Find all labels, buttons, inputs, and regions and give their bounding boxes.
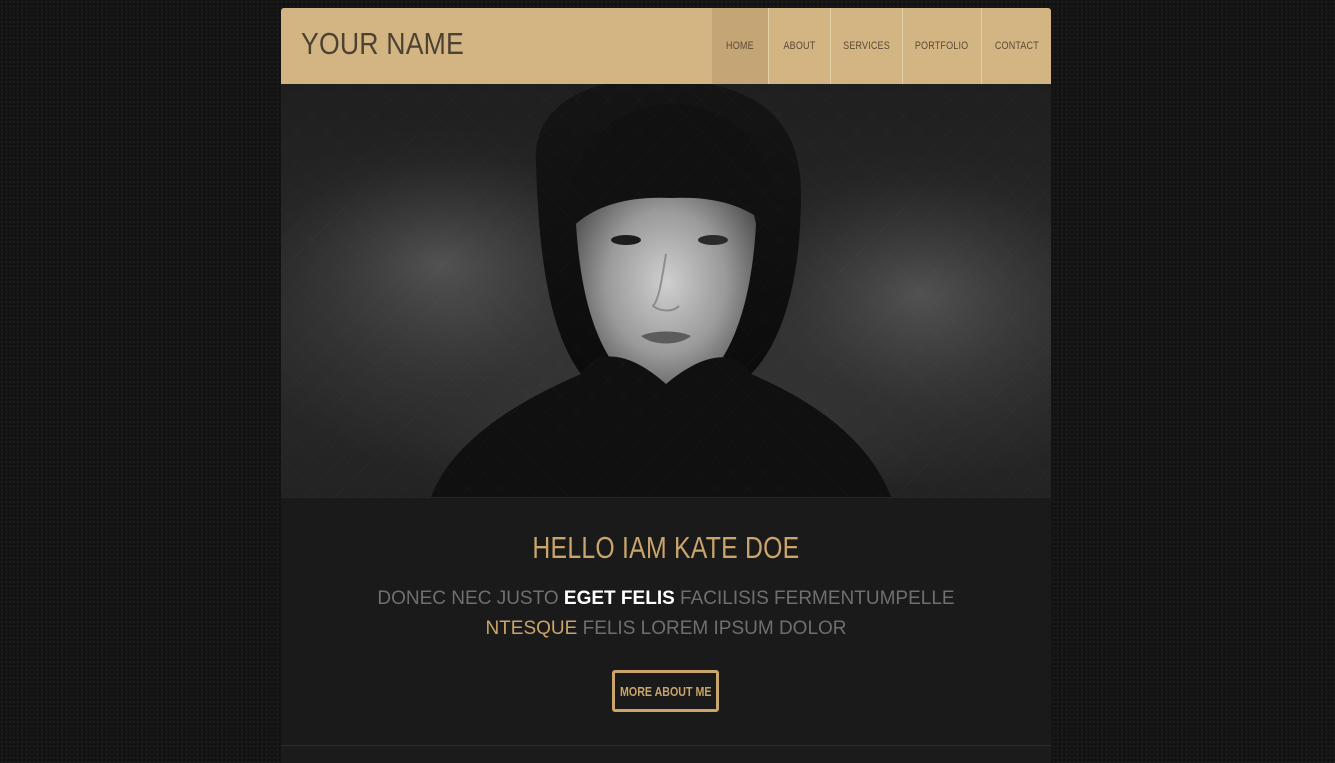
intro-title: HELLO IAM KATE DOE bbox=[532, 530, 800, 565]
nav-item-label: ABOUT bbox=[783, 40, 816, 52]
nav-item-services[interactable]: SERVICES bbox=[830, 8, 902, 84]
nav-item-label: SERVICES bbox=[843, 40, 890, 52]
nav-item-label: PORTFOLIO bbox=[915, 40, 969, 52]
intro-text-part: FACILISIS FERMENTUMPELLE bbox=[674, 588, 955, 609]
portrait-photo bbox=[281, 84, 1051, 497]
nav-item-label: CONTACT bbox=[994, 40, 1039, 52]
more-about-me-button[interactable]: MORE ABOUT ME bbox=[612, 670, 719, 712]
intro-text-part: DONEC NEC JUSTO bbox=[377, 588, 564, 609]
site-header: YOUR NAME HOME ABOUT SERVICES PORTFOLIO … bbox=[281, 8, 1051, 84]
main-nav: HOME ABOUT SERVICES PORTFOLIO CONTACT bbox=[712, 8, 1051, 84]
nav-item-about[interactable]: ABOUT bbox=[768, 8, 830, 84]
intro-text: DONEC NEC JUSTO EGET FELIS FACILISIS FER… bbox=[336, 584, 996, 644]
nav-item-label: HOME bbox=[726, 40, 754, 52]
intro-text-highlight: NTESQUE bbox=[485, 618, 578, 639]
button-label: MORE ABOUT ME bbox=[619, 683, 712, 699]
hero-image bbox=[281, 84, 1051, 497]
intro-text-part: FELIS LOREM IPSUM DOLOR bbox=[577, 618, 847, 639]
nav-item-portfolio[interactable]: PORTFOLIO bbox=[902, 8, 981, 84]
site-brand[interactable]: YOUR NAME bbox=[301, 8, 464, 84]
nav-item-home[interactable]: HOME bbox=[712, 8, 768, 84]
intro-section: HELLO IAM KATE DOE DONEC NEC JUSTO EGET … bbox=[281, 497, 1051, 746]
nav-item-contact[interactable]: CONTACT bbox=[981, 8, 1051, 84]
intro-text-highlight: EGET FELIS bbox=[563, 588, 675, 609]
page-container: YOUR NAME HOME ABOUT SERVICES PORTFOLIO … bbox=[281, 8, 1051, 763]
